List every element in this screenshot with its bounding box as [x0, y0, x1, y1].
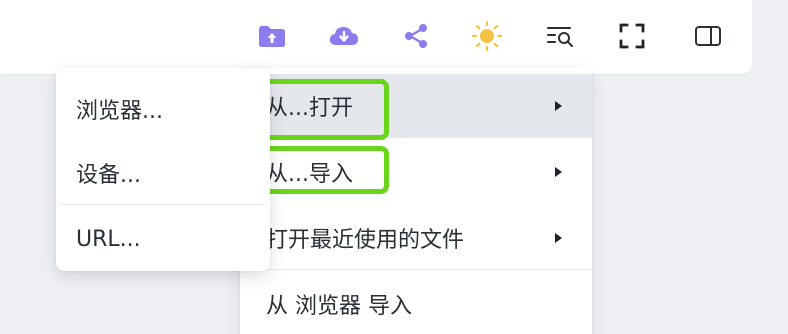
- menu-item-import-from-browser[interactable]: 从 浏览器 导入: [240, 272, 592, 334]
- share-icon: [402, 22, 430, 50]
- sidebar-panel-icon: [694, 24, 722, 48]
- search-list-icon: [545, 23, 575, 49]
- submenu-item-label: 设备...: [76, 163, 141, 188]
- submenu-arrow-icon: [555, 167, 562, 177]
- submenu-item-url[interactable]: URL...: [56, 208, 270, 270]
- top-toolbar: [0, 0, 752, 74]
- app-root: 从...打开 从...导入 打开最近使用的文件 从 浏览器 导入 浏览器... …: [0, 0, 788, 334]
- search-list-button[interactable]: [541, 17, 579, 55]
- upload-folder-icon: [257, 23, 287, 49]
- theme-toggle-button[interactable]: [468, 17, 506, 55]
- open-from-submenu: 浏览器... 设备... URL...: [56, 68, 270, 271]
- upload-folder-button[interactable]: [253, 17, 291, 55]
- sun-icon: [471, 20, 503, 52]
- menu-item-open-from[interactable]: 从...打开: [240, 74, 592, 138]
- fullscreen-icon: [619, 23, 645, 49]
- menu-item-label: 从...打开: [266, 96, 353, 121]
- submenu-item-label: URL...: [76, 226, 141, 252]
- submenu-arrow-icon: [555, 233, 562, 243]
- submenu-arrow-icon: [555, 101, 562, 111]
- cloud-download-icon: [328, 23, 360, 49]
- submenu-item-label: 浏览器...: [76, 99, 163, 124]
- menu-item-import-from[interactable]: 从...导入: [240, 140, 592, 204]
- fullscreen-button[interactable]: [613, 17, 651, 55]
- menu-item-label: 打开最近使用的文件: [266, 228, 465, 253]
- sidebar-toggle-button[interactable]: [689, 17, 727, 55]
- menu-item-open-recent[interactable]: 打开最近使用的文件: [240, 206, 592, 270]
- menu-item-label: 从...导入: [266, 162, 353, 187]
- cloud-download-button[interactable]: [325, 17, 363, 55]
- open-menu: 从...打开 从...导入 打开最近使用的文件 从 浏览器 导入: [240, 68, 592, 334]
- submenu-item-device[interactable]: 设备...: [56, 142, 270, 204]
- submenu-item-browser[interactable]: 浏览器...: [56, 78, 270, 140]
- share-button[interactable]: [397, 17, 435, 55]
- menu-divider: [240, 269, 592, 270]
- menu-item-label: 从 浏览器 导入: [266, 294, 412, 319]
- submenu-divider: [60, 204, 266, 205]
